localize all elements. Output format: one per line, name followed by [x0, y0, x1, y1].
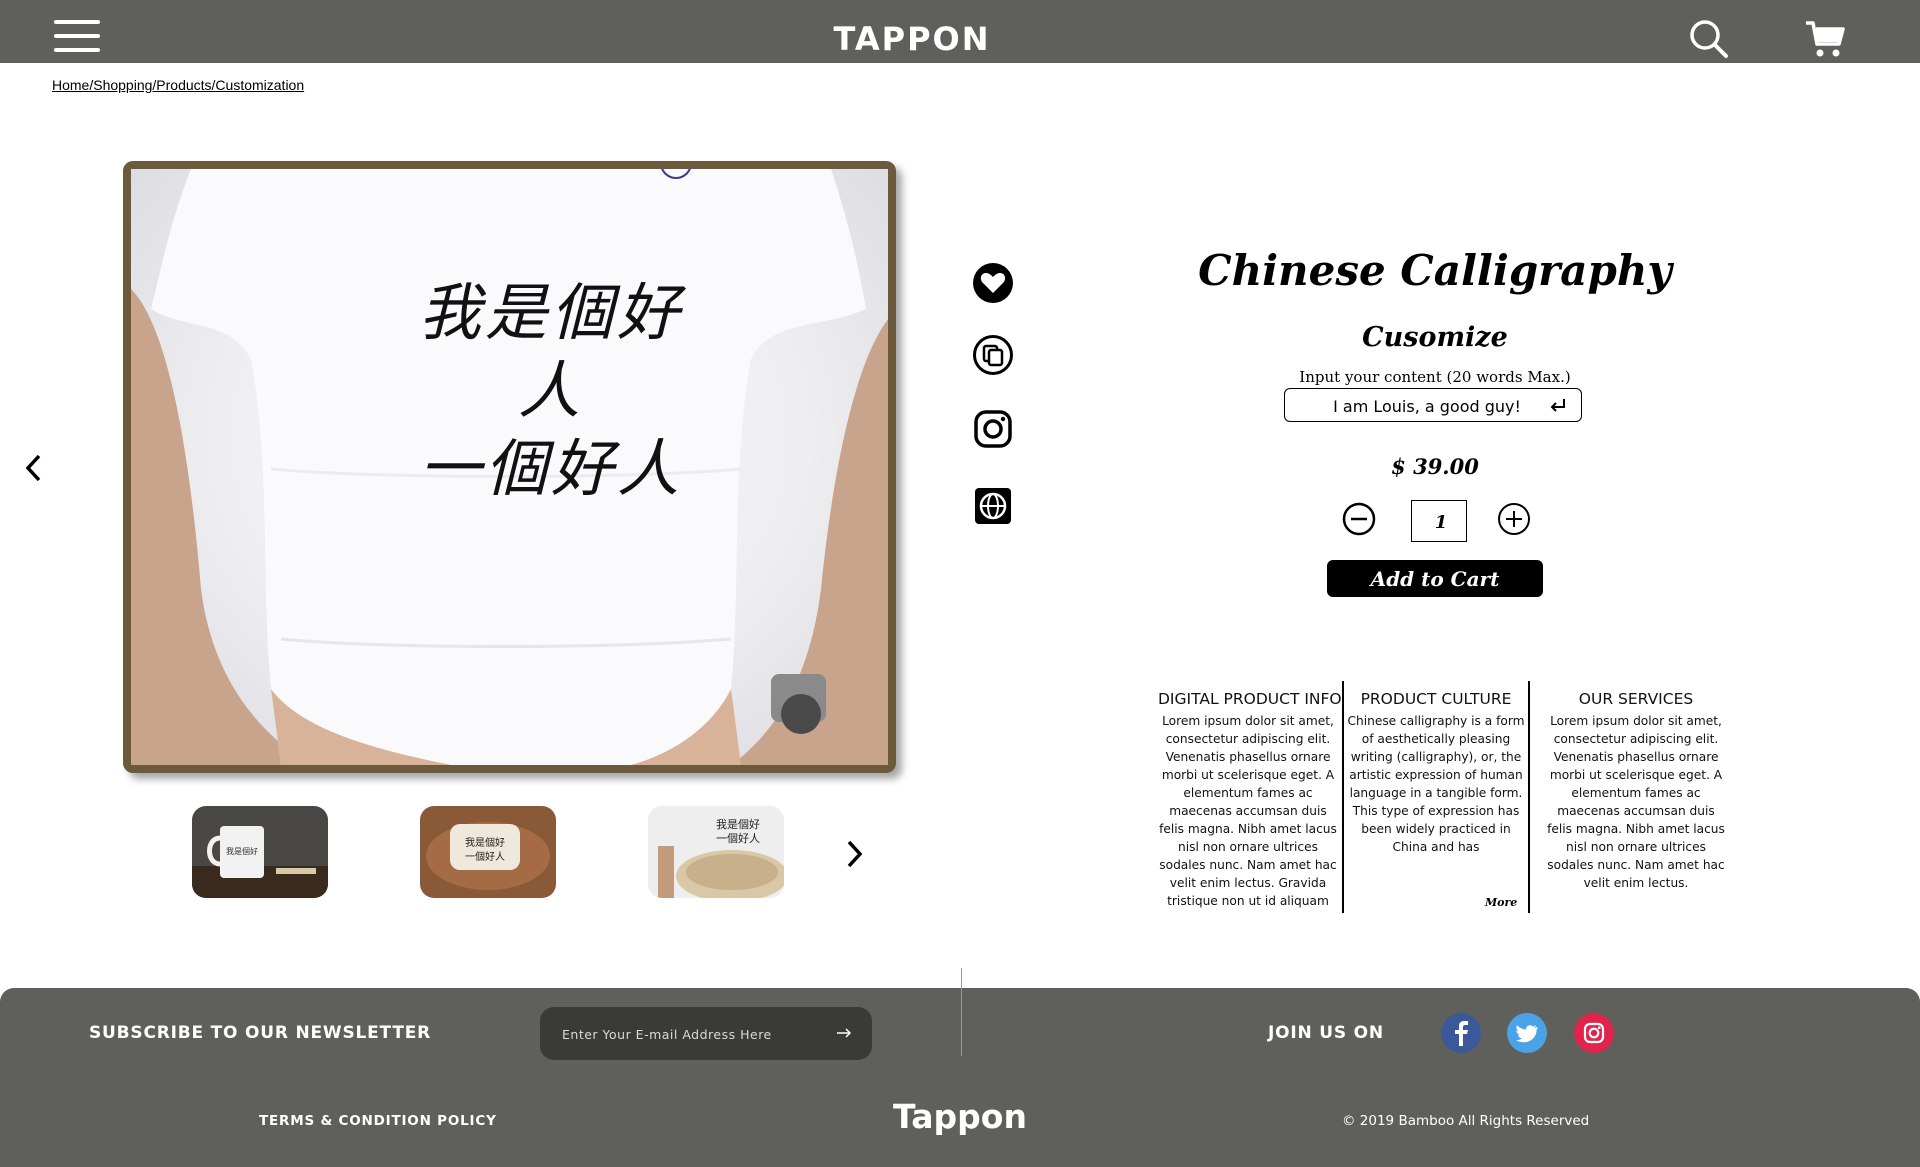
- svg-text:一個好人: 一個好人: [716, 831, 760, 845]
- footer-logo: Tappon: [893, 1097, 1027, 1136]
- svg-text:一個好人: 一個好人: [465, 850, 505, 863]
- copyright-text: © 2019 Bamboo All Rights Reserved: [1342, 1113, 1590, 1129]
- section-heading: OUR SERVICES: [1578, 690, 1694, 708]
- join-us-label: JOIN US ON: [1268, 1023, 1384, 1043]
- add-to-cart-button[interactable]: Add to Cart: [1327, 560, 1543, 597]
- thumbnail-bowl[interactable]: 我是個好 一個好人: [648, 806, 784, 898]
- increase-quantity-icon[interactable]: [1497, 502, 1531, 536]
- newsletter-field-box: [540, 1007, 872, 1060]
- heart-icon[interactable]: [972, 262, 1014, 304]
- product-title: Chinese Calligraphy: [1198, 246, 1672, 295]
- chevron-left-icon[interactable]: [22, 452, 46, 484]
- globe-icon[interactable]: [972, 485, 1014, 527]
- instagram-social-icon[interactable]: [1574, 1013, 1614, 1053]
- more-link[interactable]: More: [1485, 896, 1517, 909]
- svg-text:我是個好: 我是個好: [716, 817, 760, 831]
- custom-text-field-box: [1284, 388, 1582, 422]
- product-culture-section: PRODUCT CULTURE Chinese calligraphy is a…: [1346, 690, 1526, 856]
- newsletter-label: SUBSCRIBE TO OUR NEWSLETTER: [89, 1023, 432, 1043]
- footer-divider: [961, 968, 962, 1056]
- digital-product-info-section: DIGITAL PRODUCT INFO Lorem ipsum dolor s…: [1158, 690, 1342, 910]
- custom-text-label: Input your content (20 words Max.): [1299, 368, 1571, 386]
- divider: [1342, 681, 1344, 913]
- svg-text:我是個好: 我是個好: [465, 836, 505, 849]
- search-icon[interactable]: [1688, 18, 1730, 60]
- chevron-right-icon[interactable]: [842, 838, 866, 870]
- instagram-icon[interactable]: [972, 408, 1014, 450]
- footer: [0, 988, 1920, 1167]
- twitter-icon[interactable]: [1507, 1013, 1547, 1053]
- calligraphy-line-2: 一個好人: [418, 432, 683, 505]
- thumbnail-pillow[interactable]: 我是個好 一個好人: [420, 806, 556, 898]
- terms-link[interactable]: TERMS & CONDITION POLICY: [259, 1113, 497, 1129]
- product-main-image: 我是個好人 一個好人: [131, 169, 888, 765]
- calligraphy-line-1: 我是個好人: [418, 276, 683, 427]
- quantity-field-box: [1411, 500, 1470, 543]
- svg-text:我是個好: 我是個好: [226, 846, 258, 856]
- shopping-cart-icon[interactable]: [1804, 18, 1846, 60]
- our-services-section: OUR SERVICES Lorem ipsum dolor sit amet,…: [1546, 690, 1726, 892]
- section-body: Lorem ipsum dolor sit amet, consectetur …: [1159, 714, 1337, 908]
- decrease-quantity-icon[interactable]: [1342, 502, 1376, 536]
- site-logo[interactable]: TAPPON: [0, 0, 1824, 78]
- section-body: Chinese calligraphy is a form of aesthet…: [1347, 714, 1525, 854]
- section-heading: PRODUCT CULTURE: [1360, 690, 1512, 708]
- newsletter-email-input[interactable]: [560, 1021, 824, 1047]
- thumbnail-mug[interactable]: 我是個好: [192, 806, 328, 898]
- custom-text-input[interactable]: [1305, 393, 1549, 419]
- arrow-right-icon[interactable]: [836, 1026, 852, 1040]
- customize-heading: Cusomize: [1362, 322, 1508, 353]
- section-body: Lorem ipsum dolor sit amet, consectetur …: [1547, 714, 1725, 890]
- breadcrumb[interactable]: Home/Shopping/Products/Customization: [52, 77, 304, 93]
- calligraphy-print: 我是個好人 一個好人: [391, 274, 711, 508]
- section-heading: DIGITAL PRODUCT INFO: [1158, 690, 1342, 708]
- copy-icon[interactable]: [972, 334, 1014, 376]
- enter-icon[interactable]: [1548, 397, 1568, 413]
- facebook-icon[interactable]: [1441, 1013, 1481, 1053]
- quantity-input[interactable]: [1412, 501, 1470, 543]
- product-price: $ 39.00: [1391, 454, 1479, 479]
- divider: [1528, 681, 1530, 913]
